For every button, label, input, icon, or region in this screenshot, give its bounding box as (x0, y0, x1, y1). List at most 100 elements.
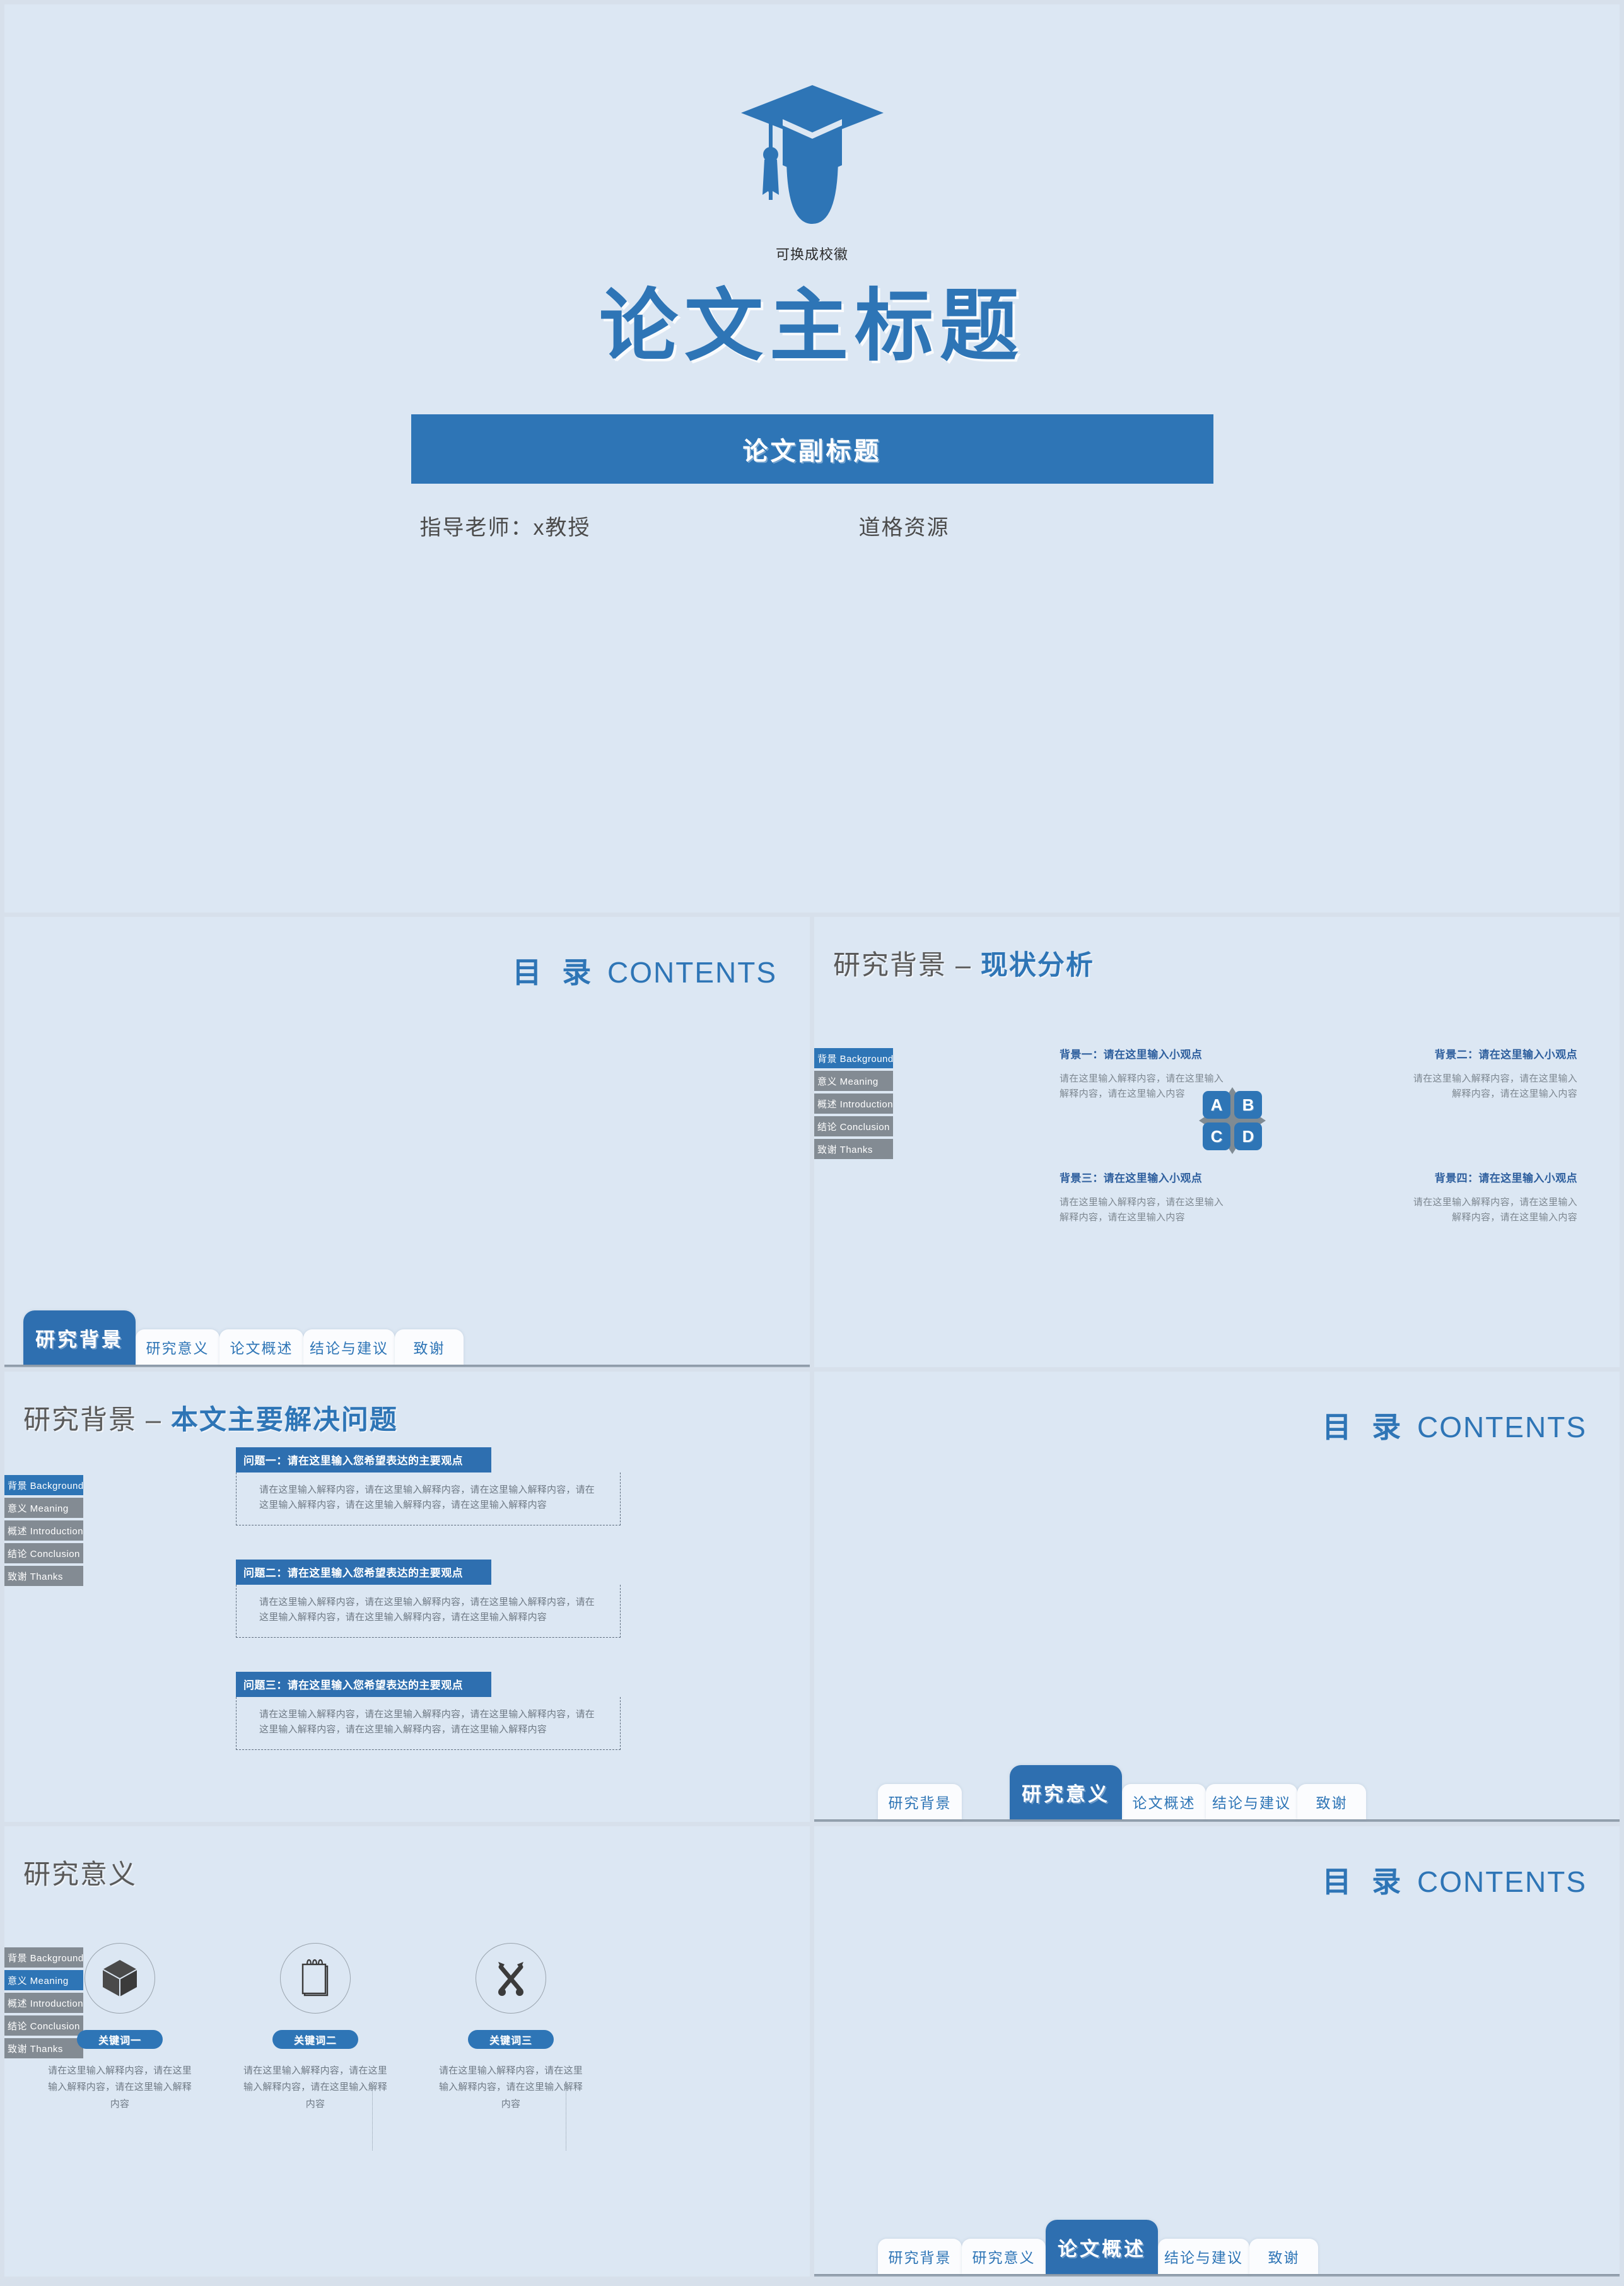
tab-research-background[interactable]: 研究背景 (878, 1784, 962, 1819)
abcd-quadrant-diagram: A B C D (1198, 1086, 1267, 1155)
contents-tabbar-1: 研究背景 研究意义 论文概述 结论与建议 致谢 (4, 1299, 810, 1367)
problem-2-body: 请在这里输入解释内容，请在这里输入解释内容，请在这里输入解释内容，请在这里输入解… (236, 1585, 621, 1638)
tab-rail (814, 1819, 1620, 1821)
notepad-icon (301, 1959, 329, 1997)
rail-item-conclusion[interactable]: 结论 Conclusion (4, 1543, 83, 1563)
problem-block-3: 问题三：请在这里输入您希望表达的主要观点 请在这里输入解释内容，请在这里输入解释… (236, 1672, 621, 1750)
slide-background-problems: 研究背景 – 本文主要解决问题 背景 Background 意义 Meaning… (4, 1372, 810, 1822)
cube-box-icon (102, 1960, 137, 1997)
contents-heading-en: CONTENTS (1417, 1411, 1587, 1443)
logo-caption: 可换成校徽 (775, 247, 848, 262)
keyword-2-body: 请在这里输入解释内容，请在这里输入解释内容，请在这里输入解释内容 (243, 2065, 387, 2109)
tab-research-meaning[interactable]: 研究意义 (136, 1329, 219, 1365)
rail-item-background[interactable]: 背景 Background (814, 1048, 893, 1068)
rail-item-introduction[interactable]: 概述 Introduction (4, 1520, 83, 1541)
tab-research-background[interactable]: 研究背景 (878, 2239, 962, 2274)
tab-research-background[interactable]: 研究背景 (23, 1310, 136, 1365)
tab-research-meaning[interactable]: 研究意义 (1010, 1765, 1122, 1819)
tab-research-meaning[interactable]: 研究意义 (962, 2239, 1046, 2274)
tab-conclusion[interactable]: 结论与建议 (1158, 2239, 1249, 2274)
background-col-4-head: 背景四：请在这里输入小观点 (1434, 1172, 1577, 1184)
background-col-2: 背景二：请在这里输入小观点 请在这里输入解释内容，请在这里输入解释内容，请在这里… (1404, 1046, 1577, 1102)
contents-heading-cn: 目 录 (1322, 1865, 1408, 1898)
problem-2-head: 问题二：请在这里输入您希望表达的主要观点 (236, 1560, 491, 1585)
background-col-3-body: 请在这里输入解释内容，请在这里输入解释内容，请在这里输入内容 (1060, 1197, 1224, 1223)
contents-tabbar-3: 研究背景 研究意义 论文概述 结论与建议 致谢 (814, 2208, 1620, 2277)
quadrant-cell-a[interactable]: A (1203, 1091, 1230, 1119)
keyword-2-pill[interactable]: 关键词二 (272, 2030, 358, 2049)
background-col-2-head: 背景二：请在这里输入小观点 (1434, 1049, 1577, 1061)
rail-item-meaning[interactable]: 意义 Meaning (4, 1498, 83, 1518)
slide-background-status: 研究背景 – 现状分析 背景 Background 意义 Meaning 概述 … (814, 917, 1620, 1367)
problem-1-body: 请在这里输入解释内容，请在这里输入解释内容，请在这里输入解释内容，请在这里输入解… (236, 1472, 621, 1525)
contents-heading: 目 录 CONTENTS (1322, 1404, 1587, 1446)
tab-conclusion[interactable]: 结论与建议 (1206, 1784, 1297, 1819)
tab-thanks[interactable]: 致谢 (395, 1329, 464, 1365)
slide-title-background-problems: 研究背景 – 本文主要解决问题 (23, 1398, 398, 1437)
title-meta-row: 指导老师：x教授 道格资源 (411, 510, 1213, 541)
keyword-1-body: 请在这里输入解释内容，请在这里输入解释内容，请在这里输入解释内容 (47, 2065, 192, 2109)
tab-rail (4, 1365, 810, 1366)
contents-heading-cn: 目 录 (512, 956, 598, 989)
problem-block-1: 问题一：请在这里输入您希望表达的主要观点 请在这里输入解释内容，请在这里输入解释… (236, 1447, 621, 1525)
background-col-3-head: 背景三：请在这里输入小观点 (1060, 1172, 1203, 1184)
background-col-1-head: 背景一：请在这里输入小观点 (1060, 1049, 1203, 1061)
tab-thanks[interactable]: 致谢 (1297, 1784, 1366, 1819)
background-col-4-body: 请在这里输入解释内容，请在这里输入解释内容，请在这里输入内容 (1413, 1197, 1577, 1223)
source-label: 道格资源 (858, 515, 950, 540)
subtitle-bar: 论文副标题 (411, 414, 1213, 484)
slide-title-meaning: 研究意义 (23, 1853, 137, 1892)
tab-paper-introduction[interactable]: 论文概述 (1046, 2220, 1158, 2274)
tab-rail (814, 2274, 1620, 2275)
contents-heading: 目 录 CONTENTS (1322, 1859, 1587, 1901)
slide-contents-3: 目 录 CONTENTS 研究背景 研究意义 论文概述 结论与建议 致谢 (814, 1826, 1620, 2277)
slide-title-prefix: 研究背景 – (23, 1405, 162, 1435)
contents-heading: 目 录 CONTENTS (512, 950, 777, 991)
slide-title-prefix: 研究背景 – (833, 950, 972, 981)
quadrant-cell-d[interactable]: D (1234, 1123, 1262, 1150)
problem-3-head: 问题三：请在这里输入您希望表达的主要观点 (236, 1672, 491, 1697)
background-col-2-body: 请在这里输入解释内容，请在这里输入解释内容，请在这里输入内容 (1413, 1073, 1577, 1100)
rail-item-background[interactable]: 背景 Background (4, 1475, 83, 1495)
tools-wrench-hammer-icon (498, 1962, 523, 1996)
contents-heading-en: CONTENTS (1417, 1865, 1587, 1898)
slide-contents-1: 目 录 CONTENTS 研究背景 研究意义 论文概述 结论与建议 致谢 (4, 917, 810, 1367)
title-block: 可换成校徽 论文主标题 论文副标题 指导老师：x教授 道格资源 (4, 80, 1620, 541)
contents-tabbar-2: 研究背景 研究意义 论文概述 结论与建议 致谢 (814, 1754, 1620, 1822)
quadrant-cell-b[interactable]: B (1234, 1091, 1262, 1119)
keyword-1-pill[interactable]: 关键词一 (77, 2030, 163, 2049)
slide-title-accent: 本文主要解决问题 (170, 1405, 398, 1435)
contents-heading-cn: 目 录 (1322, 1411, 1408, 1443)
keyword-column-2: 关键词二 请在这里输入解释内容，请在这里输入解释内容，请在这里输入解释内容 (243, 1943, 388, 2113)
rail-item-thanks[interactable]: 致谢 Thanks (814, 1139, 893, 1159)
tab-conclusion[interactable]: 结论与建议 (303, 1329, 395, 1365)
rail-item-meaning[interactable]: 意义 Meaning (814, 1071, 893, 1091)
keyword-column-1: 关键词一 请在这里输入解释内容，请在这里输入解释内容，请在这里输入解释内容 (47, 1943, 192, 2113)
quadrant-cell-c[interactable]: C (1203, 1123, 1230, 1150)
background-col-3: 背景三：请在这里输入小观点 请在这里输入解释内容，请在这里输入解释内容，请在这里… (1060, 1169, 1233, 1226)
tab-paper-introduction[interactable]: 论文概述 (219, 1329, 303, 1365)
rail-menu-background-problems: 背景 Background 意义 Meaning 概述 Introduction… (4, 1475, 83, 1589)
slide-title-prefix: 研究意义 (23, 1860, 137, 1890)
rail-item-conclusion[interactable]: 结论 Conclusion (814, 1116, 893, 1136)
advisor-label: 指导老师：x教授 (419, 515, 591, 540)
slide-deck: 可换成校徽 论文主标题 论文副标题 指导老师：x教授 道格资源 目 录 CONT… (0, 0, 1624, 2286)
slide-title-background-status: 研究背景 – 现状分析 (833, 943, 1094, 983)
tab-thanks[interactable]: 致谢 (1249, 2239, 1318, 2274)
keyword-3-pill[interactable]: 关键词三 (468, 2030, 554, 2049)
keyword-2-circle (280, 1943, 351, 2014)
problem-block-2: 问题二：请在这里输入您希望表达的主要观点 请在这里输入解释内容，请在这里输入解释… (236, 1560, 621, 1638)
rail-item-thanks[interactable]: 致谢 Thanks (4, 1566, 83, 1586)
slide-title: 可换成校徽 论文主标题 论文副标题 指导老师：x教授 道格资源 (4, 4, 1620, 913)
problem-3-body: 请在这里输入解释内容，请在这里输入解释内容，请在这里输入解释内容，请在这里输入解… (236, 1697, 621, 1750)
slide-meaning-keywords: 研究意义 背景 Background 意义 Meaning 概述 Introdu… (4, 1826, 810, 2277)
slide-title-accent: 现状分析 (980, 950, 1094, 981)
keyword-3-body: 请在这里输入解释内容，请在这里输入解释内容，请在这里输入解释内容 (438, 2065, 583, 2109)
page-title: 论文主标题 (599, 283, 1025, 370)
tab-paper-introduction[interactable]: 论文概述 (1122, 1784, 1206, 1819)
keyword-3-circle (476, 1943, 546, 2014)
problem-1-head: 问题一：请在这里输入您希望表达的主要观点 (236, 1447, 491, 1472)
keyword-column-3: 关键词三 请在这里输入解释内容，请在这里输入解释内容，请在这里输入解释内容 (438, 1943, 583, 2113)
background-col-4: 背景四：请在这里输入小观点 请在这里输入解释内容，请在这里输入解释内容，请在这里… (1404, 1169, 1577, 1226)
rail-item-introduction[interactable]: 概述 Introduction (814, 1093, 893, 1114)
